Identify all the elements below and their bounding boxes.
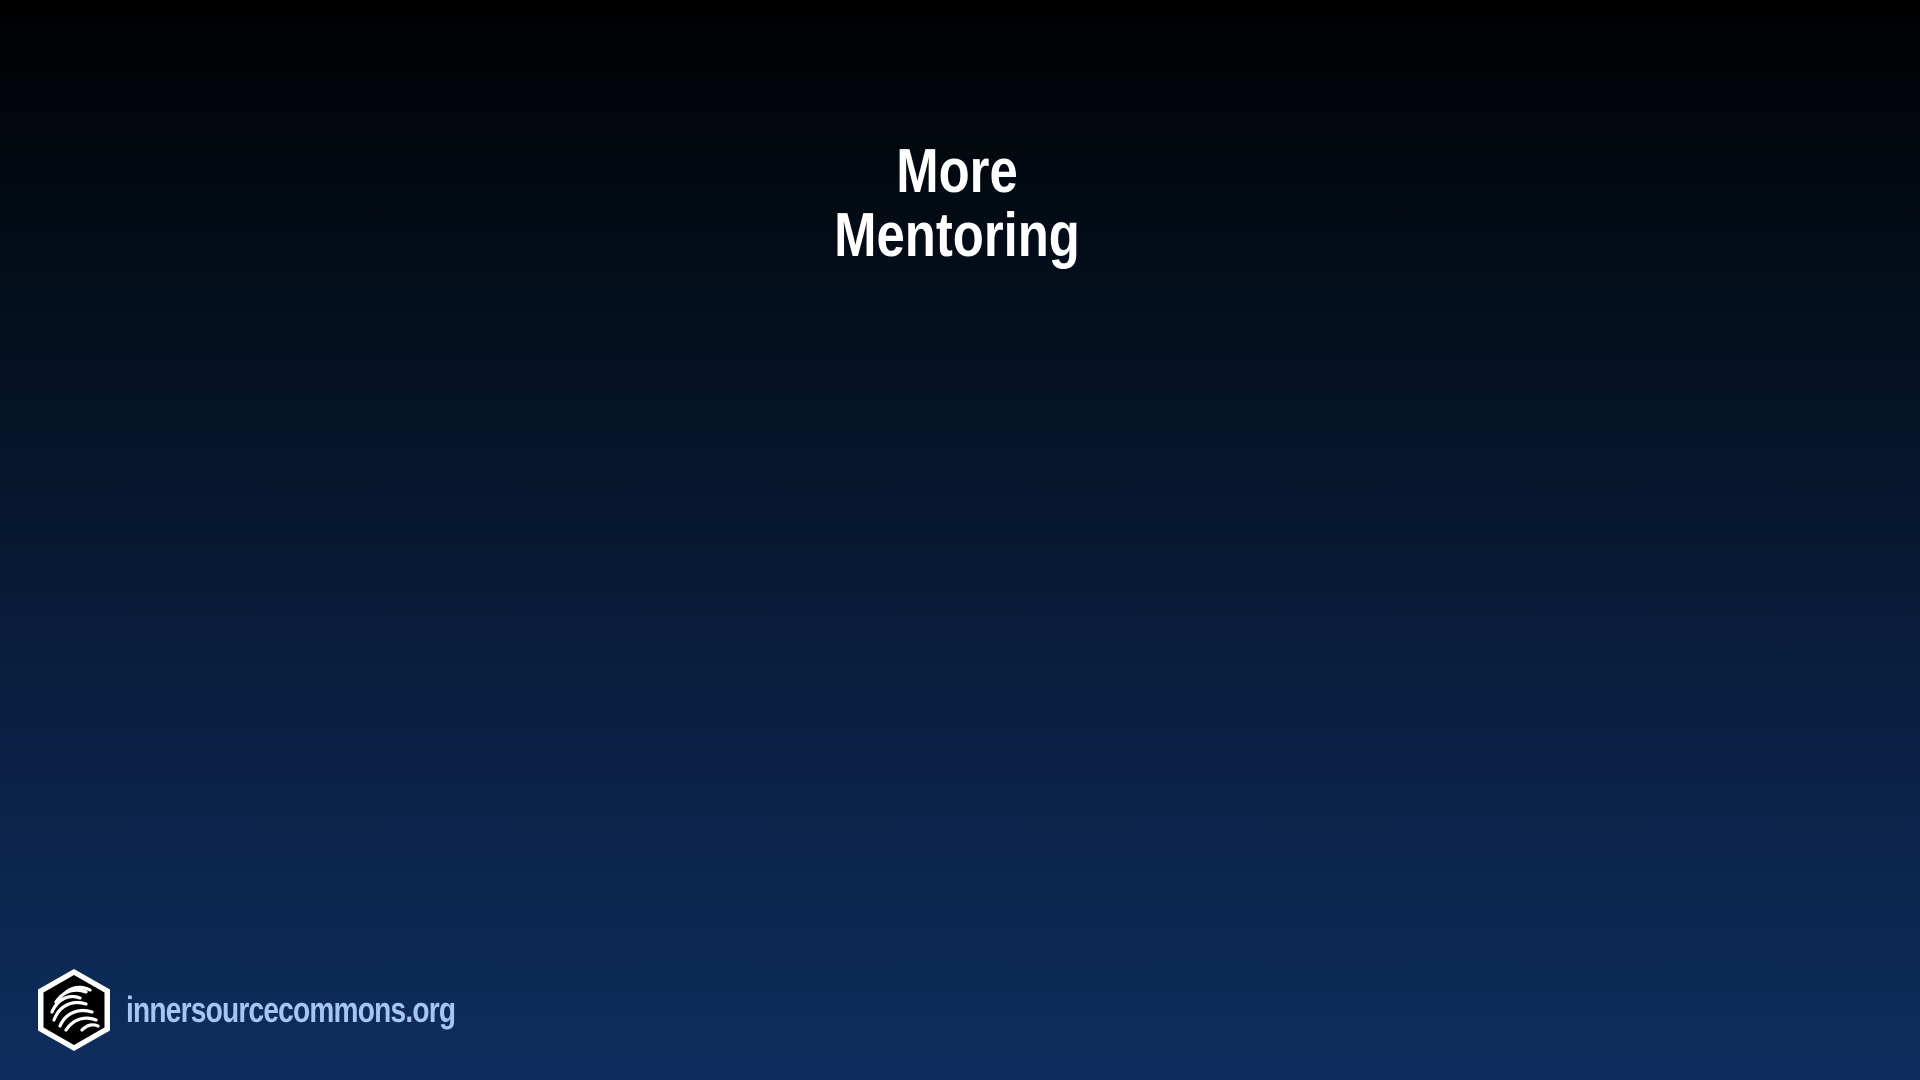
slide-title: More Mentoring (172, 140, 1741, 268)
innersource-hexagon-logo-icon (38, 969, 110, 1051)
footer: innersourcecommons.org (36, 968, 548, 1052)
slide-title-line-1: More (896, 137, 1018, 206)
slide-title-line-2: Mentoring (834, 201, 1080, 270)
footer-url: innersourcecommons.org (126, 989, 456, 1030)
